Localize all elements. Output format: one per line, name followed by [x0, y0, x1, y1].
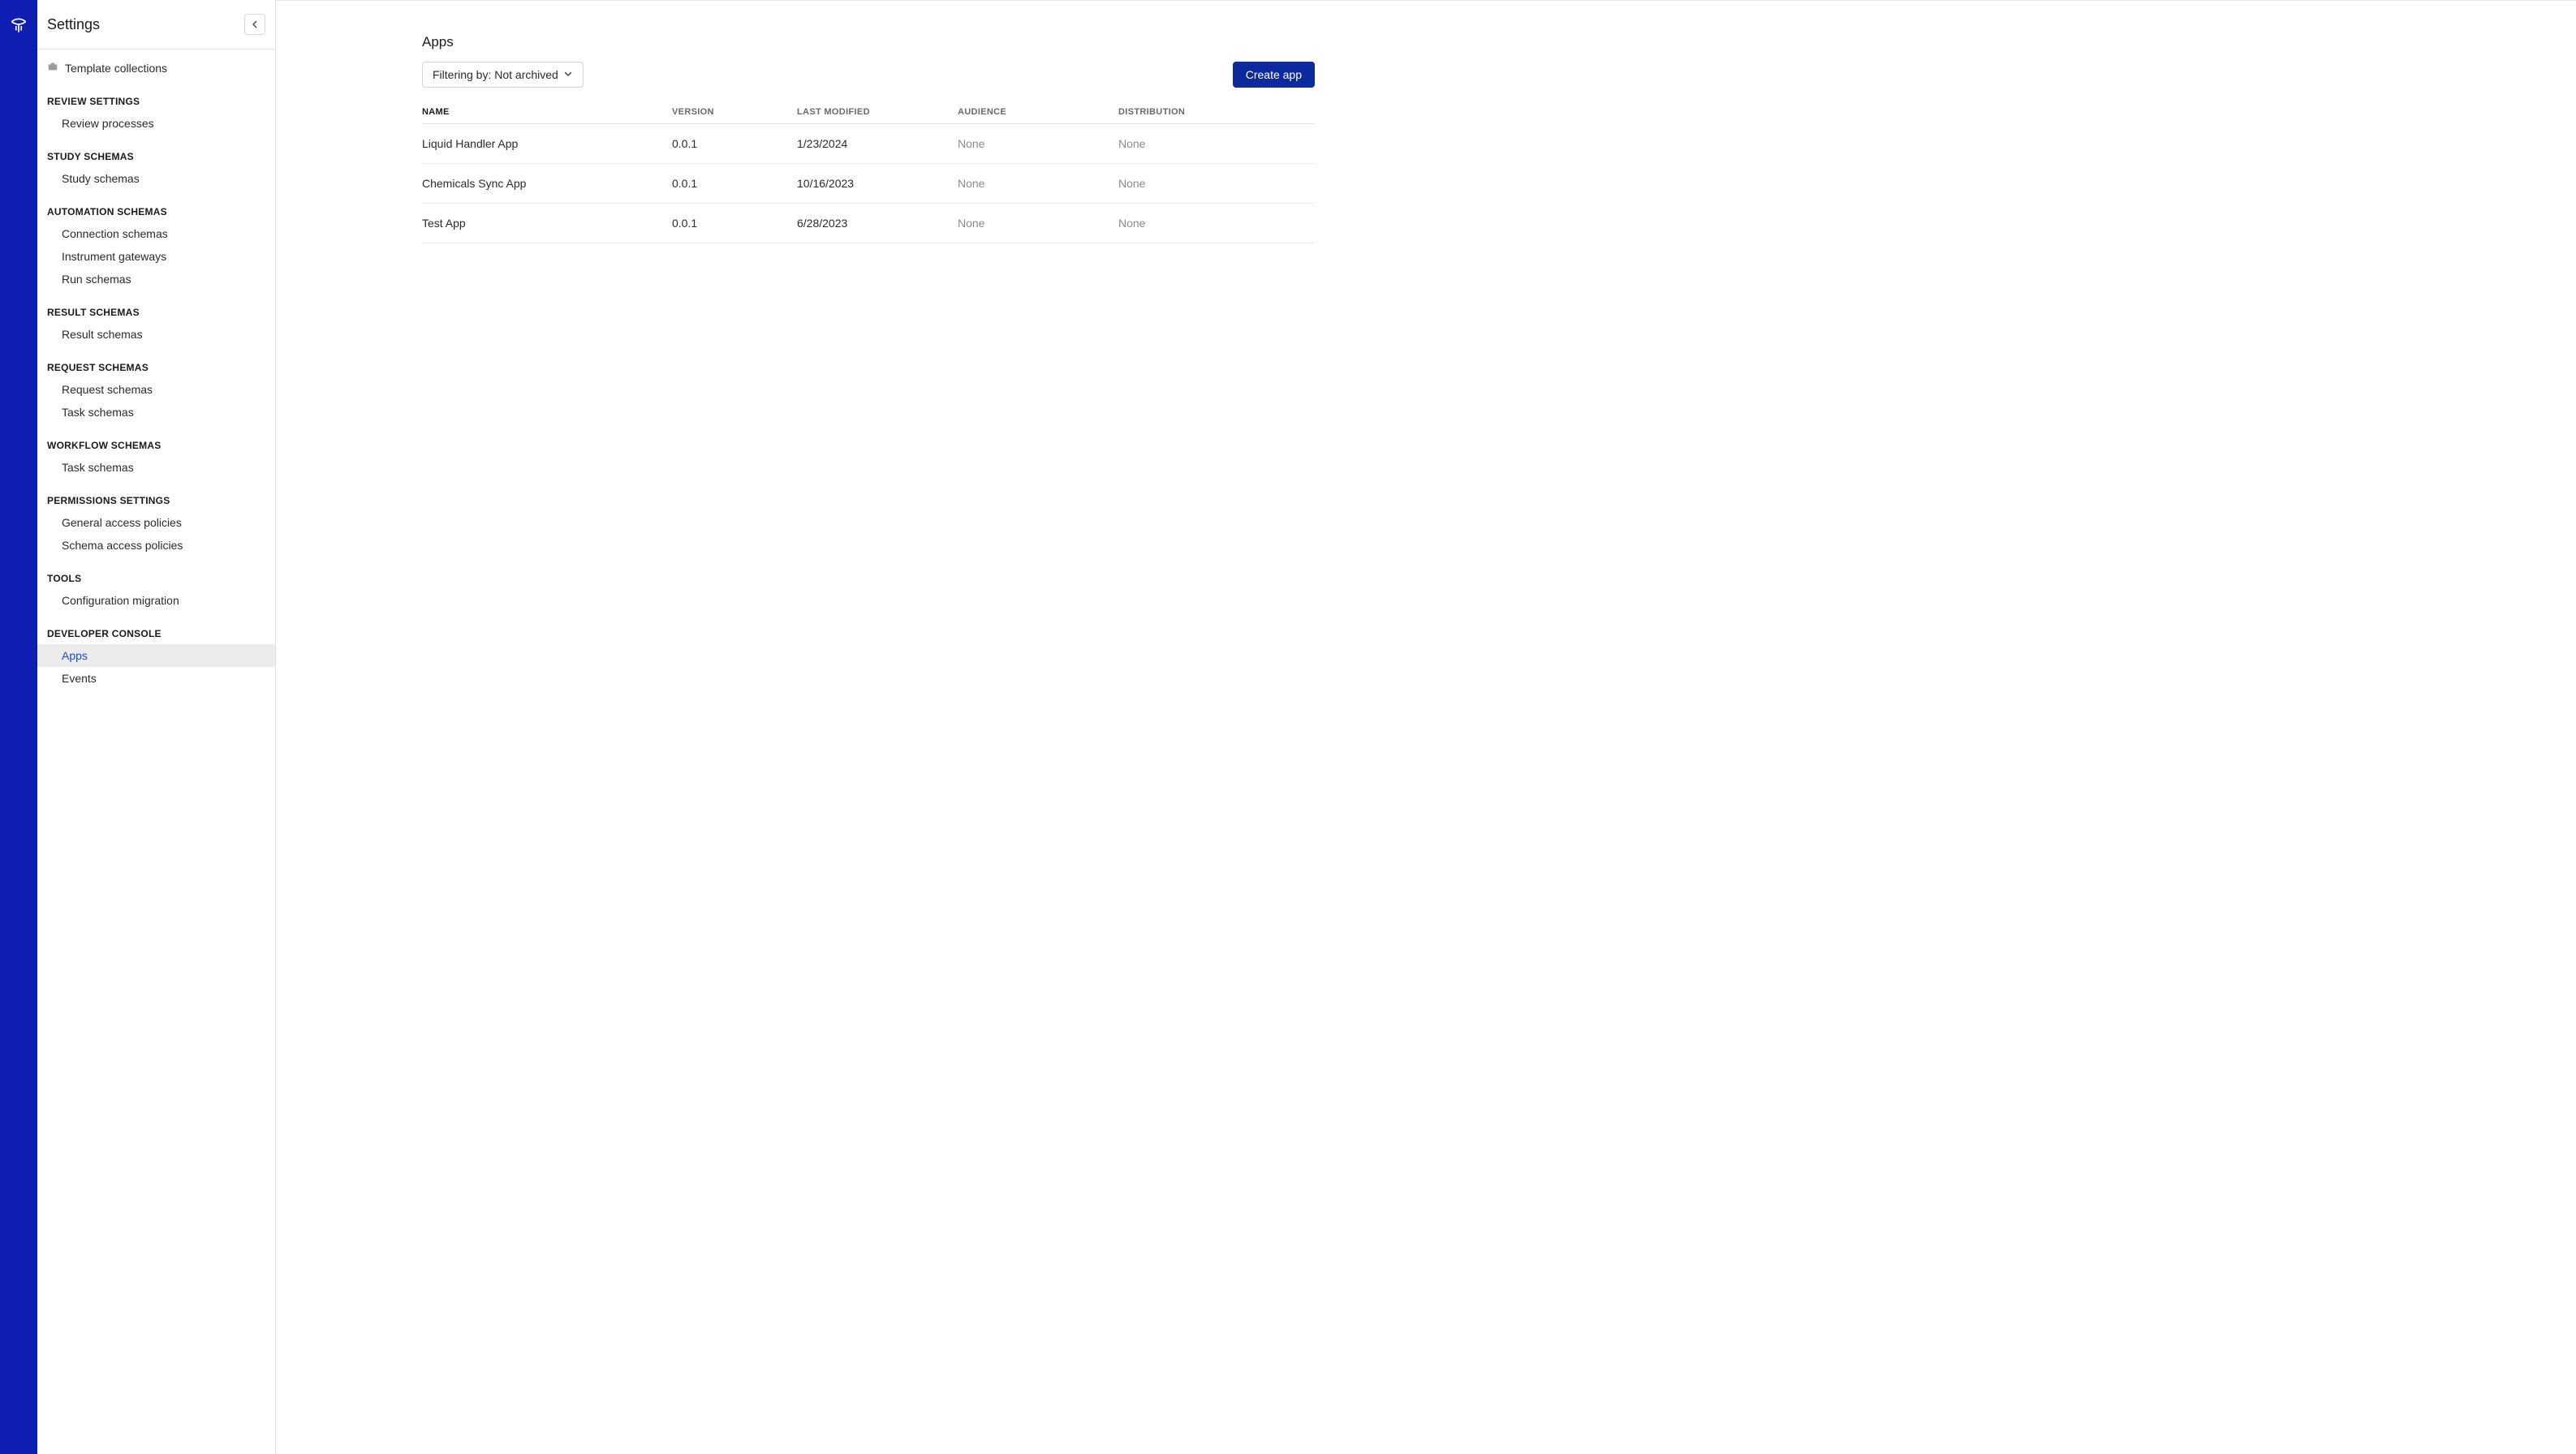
briefcase-icon — [47, 61, 58, 75]
create-app-button[interactable]: Create app — [1233, 62, 1315, 88]
sidebar-item-result-schemas[interactable]: Result schemas — [37, 323, 275, 346]
sidebar-item-events[interactable]: Events — [37, 667, 275, 690]
sidebar-item-request-schemas[interactable]: Request schemas — [37, 378, 275, 401]
chevron-left-icon — [251, 19, 259, 31]
cell-name: Test App — [422, 204, 672, 243]
cell-last-modified: 6/28/2023 — [797, 204, 958, 243]
main-content: Apps Filtering by: Not archived Create a… — [276, 0, 2576, 1454]
section-heading: REQUEST SCHEMAS — [37, 346, 275, 378]
cell-version: 0.0.1 — [672, 164, 797, 204]
top-divider — [276, 0, 2576, 1]
cell-distribution: None — [1118, 164, 1315, 204]
section-heading: DEVELOPER CONSOLE — [37, 612, 275, 644]
sidebar-item-task-schemas[interactable]: Task schemas — [37, 401, 275, 424]
sidebar-scroll[interactable]: Template collections REVIEW SETTINGSRevi… — [37, 49, 275, 1454]
section-heading: STUDY SCHEMAS — [37, 135, 275, 167]
table-row[interactable]: Chemicals Sync App0.0.110/16/2023NoneNon… — [422, 164, 1315, 204]
toolbar: Filtering by: Not archived Create app — [422, 62, 1315, 88]
cell-last-modified: 1/23/2024 — [797, 124, 958, 164]
cell-last-modified: 10/16/2023 — [797, 164, 958, 204]
column-header-audience[interactable]: AUDIENCE — [958, 101, 1118, 124]
cell-distribution: None — [1118, 204, 1315, 243]
section-heading: WORKFLOW SCHEMAS — [37, 424, 275, 456]
column-header-version[interactable]: VERSION — [672, 101, 797, 124]
section-heading: REVIEW SETTINGS — [37, 80, 275, 112]
sidebar-item-schema-access-policies[interactable]: Schema access policies — [37, 534, 275, 557]
cell-audience: None — [958, 164, 1118, 204]
section-heading: TOOLS — [37, 557, 275, 589]
cell-version: 0.0.1 — [672, 204, 797, 243]
page-title: Apps — [422, 34, 1315, 50]
settings-sidebar: Settings Template collections REVIEW SET… — [37, 0, 276, 1454]
sidebar-item-apps[interactable]: Apps — [37, 644, 275, 667]
table-header-row: NAME VERSION LAST MODIFIED AUDIENCE DIST… — [422, 101, 1315, 124]
cell-distribution: None — [1118, 124, 1315, 164]
column-header-last-modified[interactable]: LAST MODIFIED — [797, 101, 958, 124]
sidebar-item-configuration-migration[interactable]: Configuration migration — [37, 589, 275, 612]
sidebar-header: Settings — [37, 0, 275, 49]
section-heading: AUTOMATION SCHEMAS — [37, 190, 275, 222]
table-row[interactable]: Test App0.0.16/28/2023NoneNone — [422, 204, 1315, 243]
filter-label: Filtering by: Not archived — [433, 68, 558, 81]
table-row[interactable]: Liquid Handler App0.0.11/23/2024NoneNone — [422, 124, 1315, 164]
collapse-sidebar-button[interactable] — [244, 14, 265, 35]
sidebar-item-run-schemas[interactable]: Run schemas — [37, 268, 275, 290]
filter-dropdown[interactable]: Filtering by: Not archived — [422, 62, 584, 88]
cell-audience: None — [958, 124, 1118, 164]
sidebar-item-study-schemas[interactable]: Study schemas — [37, 167, 275, 190]
cell-name: Chemicals Sync App — [422, 164, 672, 204]
app-logo-icon[interactable] — [8, 15, 29, 40]
sidebar-title: Settings — [47, 16, 100, 33]
section-heading: RESULT SCHEMAS — [37, 290, 275, 323]
sidebar-item-task-schemas[interactable]: Task schemas — [37, 456, 275, 479]
section-heading: PERMISSIONS SETTINGS — [37, 479, 275, 511]
app-rail — [0, 0, 37, 1454]
cell-name: Liquid Handler App — [422, 124, 672, 164]
sidebar-item-connection-schemas[interactable]: Connection schemas — [37, 222, 275, 245]
apps-table: NAME VERSION LAST MODIFIED AUDIENCE DIST… — [422, 101, 1315, 243]
sidebar-item-label: Template collections — [65, 62, 167, 75]
cell-version: 0.0.1 — [672, 124, 797, 164]
column-header-distribution[interactable]: DISTRIBUTION — [1118, 101, 1315, 124]
column-header-name[interactable]: NAME — [422, 101, 672, 124]
chevron-down-icon — [563, 68, 573, 81]
cell-audience: None — [958, 204, 1118, 243]
sidebar-item-template-collections[interactable]: Template collections — [37, 56, 275, 80]
sidebar-item-review-processes[interactable]: Review processes — [37, 112, 275, 135]
sidebar-item-instrument-gateways[interactable]: Instrument gateways — [37, 245, 275, 268]
sidebar-item-general-access-policies[interactable]: General access policies — [37, 511, 275, 534]
